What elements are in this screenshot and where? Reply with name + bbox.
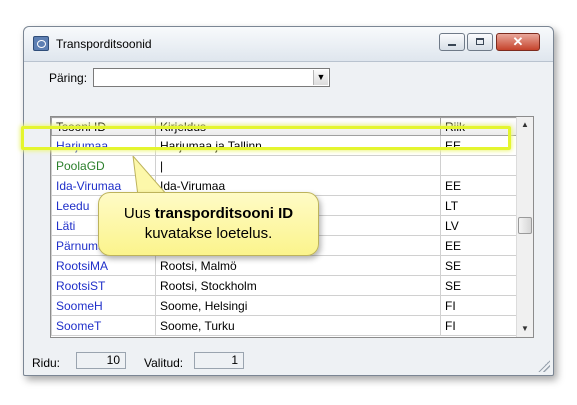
scrollbar-thumb[interactable]	[518, 217, 532, 234]
rows-count-label: Ridu:	[32, 356, 61, 370]
table-row[interactable]: SoomeT Soome, Turku FI	[51, 315, 518, 336]
zone-id-cell[interactable]: RootsiMA	[51, 255, 156, 276]
country-cell[interactable]: EE	[440, 175, 518, 196]
close-icon: ✕	[512, 34, 524, 49]
vertical-scrollbar[interactable]: ▲ ▼	[516, 117, 533, 337]
country-cell[interactable]: FI	[440, 315, 518, 336]
scroll-up-icon[interactable]: ▲	[517, 117, 533, 133]
zone-id-cell[interactable]: SoomeT	[51, 315, 156, 336]
minimize-button[interactable]	[439, 33, 465, 51]
maximize-button[interactable]	[467, 33, 493, 51]
callout-bubble: Uus transporditsooni ID kuvatakse loetel…	[98, 192, 319, 256]
table-row[interactable]: RootsiST Rootsi, Stockholm SE	[51, 275, 518, 296]
close-button[interactable]: ✕	[496, 33, 540, 51]
app-icon	[33, 36, 49, 51]
country-cell[interactable]: SE	[440, 275, 518, 296]
country-cell[interactable]: FI	[440, 295, 518, 316]
table-row[interactable]: RootsiMA Rootsi, Malmö SE	[51, 255, 518, 276]
country-cell[interactable]: SE	[440, 255, 518, 276]
callout-line-1: Uus transporditsooni ID	[123, 205, 294, 222]
rows-count-value: 10	[76, 352, 126, 369]
new-row-highlight	[21, 126, 511, 150]
zone-id-cell[interactable]: RootsiST	[51, 275, 156, 296]
scroll-down-icon[interactable]: ▼	[517, 321, 533, 337]
country-cell[interactable]	[440, 155, 518, 176]
description-cell[interactable]: Soome, Turku	[155, 315, 441, 336]
description-cell[interactable]: Soome, Helsingi	[155, 295, 441, 316]
callout-tail	[132, 156, 169, 196]
query-label: Päring:	[49, 71, 88, 85]
description-cell[interactable]: Rootsi, Stockholm	[155, 275, 441, 296]
title-bar[interactable]: Transporditsoonid ✕	[24, 27, 553, 62]
description-cell[interactable]: Rootsi, Malmö	[155, 255, 441, 276]
selected-count-label: Valitud:	[144, 356, 184, 370]
callout-line-2: kuvatakse loetelus.	[144, 225, 273, 242]
query-dropdown[interactable]: ▼	[93, 68, 330, 87]
table-row[interactable]: SoomeH Soome, Helsingi FI	[51, 295, 518, 316]
selected-count-value: 1	[194, 352, 244, 369]
status-bar: Ridu: 10 Valitud: 1	[24, 347, 553, 375]
chevron-down-icon[interactable]: ▼	[313, 70, 328, 85]
description-cell-editing[interactable]: |	[155, 155, 441, 176]
country-cell[interactable]: LT	[440, 195, 518, 216]
window-title: Transporditsoonid	[56, 37, 152, 51]
resize-grip-icon[interactable]	[538, 360, 550, 372]
country-cell[interactable]: EE	[440, 235, 518, 256]
country-cell[interactable]: LV	[440, 215, 518, 236]
table-row-new[interactable]: PoolaGD |	[51, 155, 518, 176]
zone-id-cell[interactable]: SoomeH	[51, 295, 156, 316]
